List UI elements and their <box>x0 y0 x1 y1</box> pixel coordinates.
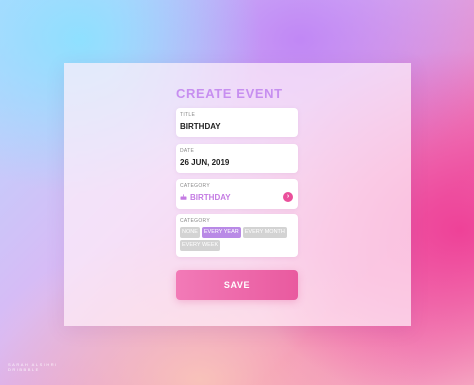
repeat-option-every-year[interactable]: EVERY YEAR <box>201 227 241 238</box>
designer-credit: SARAH ALSIHRI DRIBBBLE <box>8 362 58 372</box>
repeat-field-label: CATEGORY <box>180 218 210 224</box>
save-button[interactable]: SAVE <box>176 270 298 300</box>
title-field-value[interactable]: BIRTHDAY <box>180 122 221 131</box>
repeat-option-none[interactable]: NONE <box>180 227 200 238</box>
repeat-option-every-week[interactable]: EVERY WEEK <box>180 240 221 251</box>
form-title: CREATE EVENT <box>176 86 283 101</box>
category-select[interactable]: CATEGORY BIRTHDAY › <box>176 179 298 209</box>
title-field[interactable]: TITLE BIRTHDAY <box>176 108 298 137</box>
chevron-right-icon[interactable]: › <box>283 192 293 202</box>
date-field-label: DATE <box>180 148 195 154</box>
date-field[interactable]: DATE 26 JUN, 2019 <box>176 144 298 173</box>
credit-source: DRIBBBLE <box>8 367 40 372</box>
cake-icon <box>180 194 187 200</box>
date-field-value[interactable]: 26 JUN, 2019 <box>180 158 229 167</box>
repeat-field: CATEGORY NONE EVERY YEAR EVERY MONTH EVE… <box>176 214 298 257</box>
category-field-label: CATEGORY <box>180 183 210 189</box>
title-field-label: TITLE <box>180 112 196 118</box>
category-field-value: BIRTHDAY <box>190 193 231 202</box>
repeat-options: NONE EVERY YEAR EVERY MONTH EVERY WEEK <box>180 227 296 251</box>
repeat-option-every-month[interactable]: EVERY MONTH <box>242 227 287 238</box>
